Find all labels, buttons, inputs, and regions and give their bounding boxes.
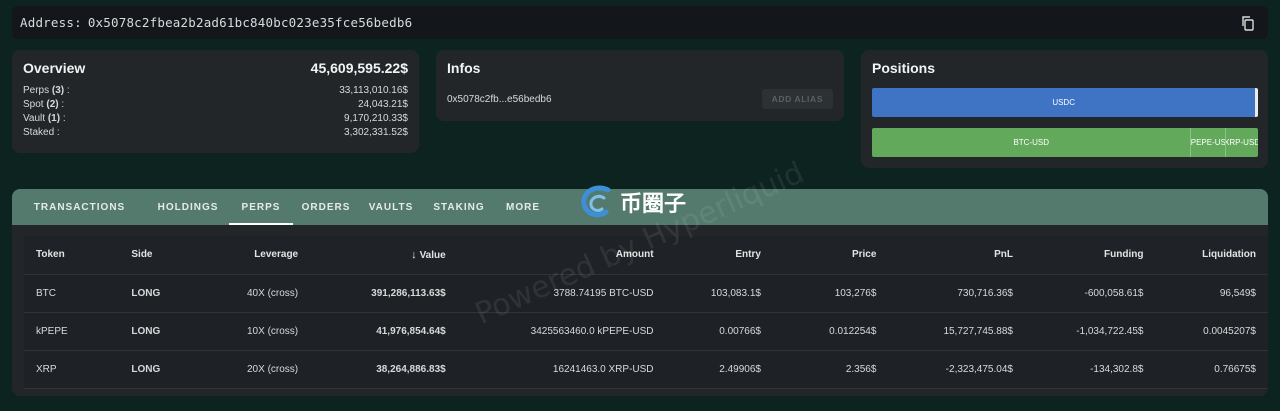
overview-title: Overview: [23, 60, 86, 76]
overview-row-spot: Spot (2) : 24,043.21$: [23, 99, 408, 110]
address-text: Address: 0x5078c2fbea2b2ad61bc840bc023e35…: [20, 15, 412, 30]
cell-value: 41,976,854.64$: [310, 312, 458, 351]
cell-pnl: 730,716.36$: [888, 274, 1025, 313]
cell-price: 2.356$: [772, 350, 889, 389]
tab-holdings[interactable]: HOLDINGS: [147, 189, 229, 225]
overview-count: (1): [47, 113, 61, 124]
cell-token: XRP: [24, 350, 120, 389]
tab-staking[interactable]: STAKING: [423, 189, 495, 225]
positions-bar-usdc: USDC: [872, 88, 1258, 117]
cell-side: LONG: [119, 274, 200, 313]
bar-segment-pepe[interactable]: PEPE-US: [1190, 128, 1226, 157]
overview-row-vault: Vault (1) : 9,170,210.33$: [23, 113, 408, 124]
positions-card: Positions USDC BTC-USD PEPE-US XRP-USD: [861, 50, 1268, 168]
overview-count: (3): [51, 85, 65, 96]
tab-orders[interactable]: ORDERS: [293, 189, 359, 225]
cell-entry: 103,083.1$: [665, 274, 773, 313]
cell-token: BTC: [24, 274, 120, 313]
cell-leverage: 20X (cross): [199, 350, 311, 389]
cell-liquidation: 0.0045207$: [1155, 312, 1268, 351]
cell-leverage: 10X (cross): [199, 312, 311, 351]
cell-pnl: -2,323,475.04$: [888, 350, 1025, 389]
cell-liquidation: 96,549$: [1155, 274, 1268, 313]
overview-row-perps: Perps (3) : 33,113,010.16$: [23, 85, 408, 96]
overview-count: (2): [46, 99, 59, 110]
infos-short-address: 0x5078c2fb...e56bedb6: [447, 93, 552, 105]
col-liquidation[interactable]: Liquidation: [1155, 236, 1268, 275]
table-row[interactable]: kPEPE LONG 10X (cross) 41,976,854.64$ 34…: [24, 312, 1268, 351]
cell-price: 103,276$: [772, 274, 889, 313]
perps-panel: TRANSACTIONS HOLDINGS PERPS ORDERS VAULT…: [12, 189, 1268, 396]
cell-side: LONG: [119, 312, 200, 351]
cell-price: 0.012254$: [772, 312, 889, 351]
overview-row-staked: Staked : 3,302,331.52$: [23, 127, 408, 138]
col-amount[interactable]: Amount: [457, 236, 666, 275]
overview-total: 45,609,595.22$: [310, 60, 408, 76]
tab-transactions[interactable]: TRANSACTIONS: [12, 189, 147, 225]
cell-entry: 0.00766$: [665, 312, 773, 351]
add-alias-button[interactable]: ADD ALIAS: [761, 89, 833, 109]
col-leverage[interactable]: Leverage: [199, 236, 311, 275]
col-pnl[interactable]: PnL: [888, 236, 1025, 275]
address-value[interactable]: 0x5078c2fbea2b2ad61bc840bc023e35fce56bed…: [88, 15, 412, 30]
address-bar: Address: 0x5078c2fbea2b2ad61bc840bc023e35…: [12, 6, 1268, 39]
cell-funding: -1,034,722.45$: [1024, 312, 1156, 351]
overview-value: 9,170,210.33$: [344, 113, 408, 124]
cell-token: kPEPE: [24, 312, 120, 351]
overview-value: 24,043.21$: [357, 99, 408, 110]
cell-amount: 3425563460.0 kPEPE-USD: [457, 312, 666, 351]
cell-amount: 16241463.0 XRP-USD: [457, 350, 666, 389]
col-token[interactable]: Token: [24, 236, 120, 275]
positions-bar-perps: BTC-USD PEPE-US XRP-USD: [872, 128, 1258, 157]
table-header-row: Token Side Leverage ↓ Value Amount Entry …: [24, 236, 1268, 275]
cell-value: 38,264,886.83$: [310, 350, 458, 389]
cell-side: LONG: [119, 350, 200, 389]
infos-title: Infos: [447, 60, 481, 76]
col-value[interactable]: ↓ Value: [310, 236, 458, 275]
bar-segment-other[interactable]: [1255, 88, 1258, 117]
col-value-label: Value: [419, 249, 446, 261]
infos-card: Infos 0x5078c2fb...e56bedb6 ADD ALIAS: [436, 50, 844, 121]
cell-entry: 2.49906$: [665, 350, 773, 389]
address-label: Address:: [20, 15, 82, 30]
positions-table: Token Side Leverage ↓ Value Amount Entry …: [24, 236, 1268, 389]
overview-card: Overview 45,609,595.22$ Perps (3) : 33,1…: [12, 50, 419, 153]
col-side[interactable]: Side: [119, 236, 200, 275]
overview-label: Staked: [23, 127, 55, 138]
cell-pnl: 15,727,745.88$: [888, 312, 1025, 351]
table-row[interactable]: XRP LONG 20X (cross) 38,264,886.83$ 1624…: [24, 350, 1268, 389]
overview-label: Spot: [23, 99, 44, 110]
overview-label: Perps: [23, 85, 50, 96]
bar-segment-usdc[interactable]: USDC: [872, 88, 1256, 117]
tab-perps[interactable]: PERPS: [229, 189, 293, 225]
copy-icon[interactable]: [1240, 15, 1256, 31]
cell-value: 391,286,113.63$: [310, 274, 458, 313]
overview-value: 3,302,331.52$: [344, 127, 408, 138]
table-row[interactable]: BTC LONG 40X (cross) 391,286,113.63$ 378…: [24, 274, 1268, 313]
overview-value: 33,113,010.16$: [339, 85, 408, 96]
col-entry[interactable]: Entry: [665, 236, 773, 275]
tab-vaults[interactable]: VAULTS: [359, 189, 423, 225]
bar-segment-btc[interactable]: BTC-USD: [872, 128, 1191, 157]
sort-down-icon: ↓: [411, 248, 417, 261]
tab-more[interactable]: MORE: [495, 189, 551, 225]
overview-label: Vault: [23, 113, 46, 124]
col-price[interactable]: Price: [772, 236, 889, 275]
cell-funding: -134,302.8$: [1024, 350, 1156, 389]
tab-bar: TRANSACTIONS HOLDINGS PERPS ORDERS VAULT…: [12, 189, 1268, 225]
col-funding[interactable]: Funding: [1024, 236, 1156, 275]
bar-segment-xrp[interactable]: XRP-USD: [1225, 128, 1258, 157]
cell-funding: -600,058.61$: [1024, 274, 1156, 313]
cell-liquidation: 0.76675$: [1155, 350, 1268, 389]
positions-title: Positions: [872, 60, 936, 76]
cell-amount: 3788.74195 BTC-USD: [457, 274, 666, 313]
cell-leverage: 40X (cross): [199, 274, 311, 313]
